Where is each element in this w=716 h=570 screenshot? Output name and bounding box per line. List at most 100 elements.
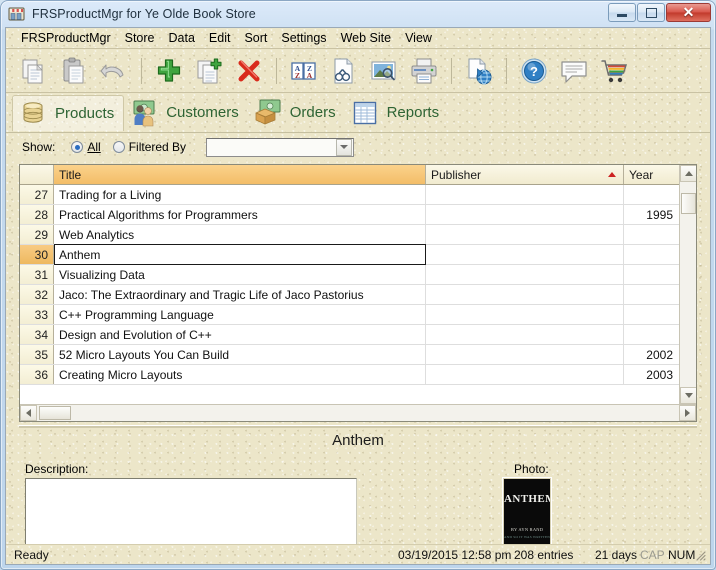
cell-publisher[interactable] (426, 205, 624, 224)
scroll-left-button[interactable] (20, 405, 37, 421)
scroll-up-button[interactable] (680, 165, 696, 182)
radio-show-all[interactable]: All (71, 140, 101, 154)
cell-year[interactable] (624, 285, 680, 304)
tab-orders[interactable]: Orders (248, 95, 345, 131)
cell-year[interactable] (624, 245, 680, 264)
chevron-down-icon[interactable] (336, 138, 353, 156)
row-number[interactable]: 27 (20, 185, 54, 204)
cell-publisher[interactable] (426, 305, 624, 324)
cell-title[interactable]: Visualizing Data (54, 265, 426, 284)
radio-filtered-by[interactable]: Filtered By (112, 140, 186, 154)
print-button[interactable] (404, 52, 444, 90)
table-row[interactable]: 27 Trading for a Living (20, 185, 696, 205)
cell-title[interactable]: C++ Programming Language (54, 305, 426, 324)
scroll-down-button[interactable] (680, 387, 696, 404)
table-row[interactable]: 28 Practical Algorithms for Programmers … (20, 205, 696, 225)
cell-publisher[interactable] (426, 265, 624, 284)
menu-sort[interactable]: Sort (237, 29, 274, 47)
minimize-button[interactable] (608, 3, 636, 22)
table-row[interactable]: 35 52 Micro Layouts You Can Build 2002 (20, 345, 696, 365)
cell-title[interactable]: Creating Micro Layouts (54, 365, 426, 384)
menu-edit[interactable]: Edit (202, 29, 238, 47)
menu-settings[interactable]: Settings (274, 29, 333, 47)
cell-publisher[interactable] (426, 245, 624, 264)
cell-publisher[interactable] (426, 285, 624, 304)
grid-header-publisher[interactable]: Publisher (426, 165, 624, 184)
preview-image-button[interactable] (364, 52, 404, 90)
tab-reports[interactable]: Reports (345, 95, 449, 131)
table-row[interactable]: 29 Web Analytics (20, 225, 696, 245)
menu-store[interactable]: Store (118, 29, 162, 47)
row-number[interactable]: 31 (20, 265, 54, 284)
row-number[interactable]: 29 (20, 225, 54, 244)
description-input[interactable] (25, 478, 357, 552)
cell-title[interactable]: Trading for a Living (54, 185, 426, 204)
paste-button[interactable] (54, 52, 94, 90)
cell-year[interactable] (624, 305, 680, 324)
cell-publisher[interactable] (426, 185, 624, 204)
row-number[interactable]: 32 (20, 285, 54, 304)
scroll-right-button[interactable] (679, 405, 696, 421)
cell-title[interactable]: Practical Algorithms for Programmers (54, 205, 426, 224)
comment-button[interactable] (554, 52, 594, 90)
cell-title[interactable]: Web Analytics (54, 225, 426, 244)
row-number[interactable]: 33 (20, 305, 54, 324)
add-button[interactable] (149, 52, 189, 90)
filter-combo[interactable] (206, 137, 355, 157)
panel-splitter[interactable] (19, 425, 697, 428)
row-number[interactable]: 30 (20, 245, 54, 264)
row-number[interactable]: 34 (20, 325, 54, 344)
table-row[interactable]: 33 C++ Programming Language (20, 305, 696, 325)
cell-year[interactable]: 1995 (624, 205, 680, 224)
cell-year[interactable] (624, 265, 680, 284)
menu-view[interactable]: View (398, 29, 439, 47)
cart-button[interactable] (594, 52, 634, 90)
find-button[interactable] (324, 52, 364, 90)
export-web-button[interactable] (459, 52, 499, 90)
row-number[interactable]: 35 (20, 345, 54, 364)
cell-year[interactable]: 2003 (624, 365, 680, 384)
cell-title[interactable]: Jaco: The Extraordinary and Tragic Life … (54, 285, 426, 304)
table-row-selected[interactable]: 30 Anthem (20, 244, 696, 265)
menu-data[interactable]: Data (162, 29, 202, 47)
grid-header-title[interactable]: Title (54, 165, 426, 184)
copy-button[interactable] (14, 52, 54, 90)
products-grid[interactable]: Title Publisher Year 27 Trading for a Li… (19, 164, 697, 422)
table-row[interactable]: 32 Jaco: The Extraordinary and Tragic Li… (20, 285, 696, 305)
grid-header-rownum[interactable] (20, 165, 54, 184)
grid-horizontal-scrollbar[interactable] (20, 404, 696, 421)
resize-grip[interactable] (694, 549, 707, 562)
cell-publisher[interactable] (426, 365, 624, 384)
vertical-scroll-thumb[interactable] (681, 193, 696, 214)
grid-vertical-scrollbar[interactable] (679, 165, 696, 404)
cell-title[interactable]: 52 Micro Layouts You Can Build (54, 345, 426, 364)
help-button[interactable]: ? (514, 52, 554, 90)
cell-publisher[interactable] (426, 345, 624, 364)
undo-button[interactable] (94, 52, 134, 90)
row-number[interactable]: 36 (20, 365, 54, 384)
table-row[interactable]: 31 Visualizing Data (20, 265, 696, 285)
row-number[interactable]: 28 (20, 205, 54, 224)
photo-thumbnail[interactable]: ANTHEM BY AYN RAND AND SO IT WAS WRITTEN (503, 478, 551, 552)
tab-customers[interactable]: Customers (124, 95, 248, 131)
table-row[interactable]: 34 Design and Evolution of C++ (20, 325, 696, 345)
horizontal-scroll-thumb[interactable] (39, 406, 71, 420)
cell-year[interactable]: 2002 (624, 345, 680, 364)
cell-publisher[interactable] (426, 225, 624, 244)
menu-frsproductmgr[interactable]: FRSProductMgr (14, 29, 118, 47)
maximize-button[interactable] (637, 3, 665, 22)
cell-year[interactable] (624, 185, 680, 204)
delete-button[interactable] (229, 52, 269, 90)
cell-year[interactable] (624, 325, 680, 344)
cell-publisher[interactable] (426, 325, 624, 344)
duplicate-button[interactable] (189, 52, 229, 90)
cell-title[interactable]: Design and Evolution of C++ (54, 325, 426, 344)
title-bar[interactable]: FRSProductMgr for Ye Olde Book Store ✕ (0, 0, 716, 27)
cell-title[interactable]: Anthem (54, 244, 426, 265)
close-button[interactable]: ✕ (666, 3, 711, 22)
sort-button[interactable]: A Z Z A (284, 52, 324, 90)
menu-web-site[interactable]: Web Site (334, 29, 399, 47)
cell-year[interactable] (624, 225, 680, 244)
table-row[interactable]: 36 Creating Micro Layouts 2003 (20, 365, 696, 385)
tab-products[interactable]: Products (12, 94, 125, 131)
